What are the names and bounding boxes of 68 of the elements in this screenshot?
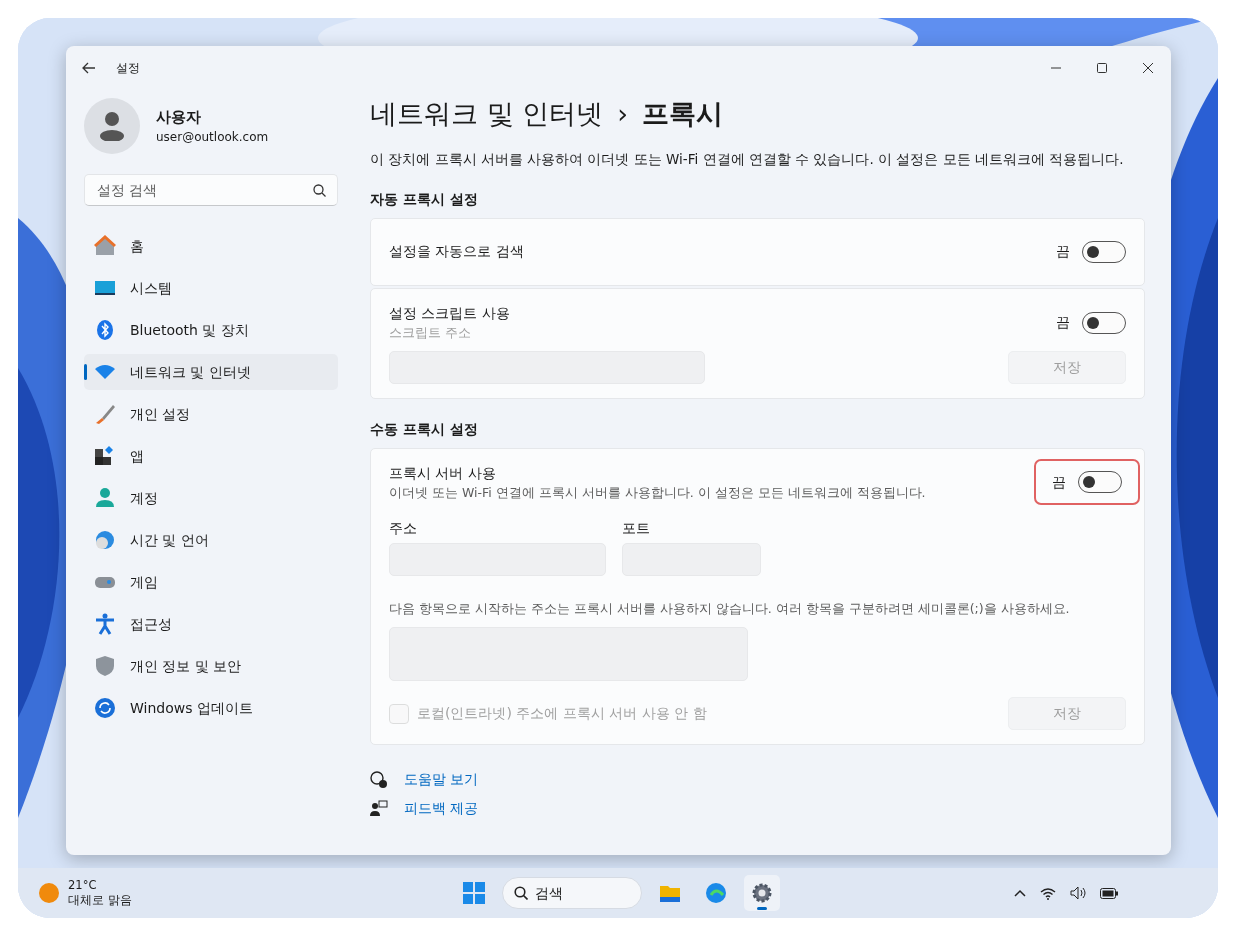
person-silhouette-icon bbox=[99, 111, 125, 141]
user-name: 사용자 bbox=[156, 106, 202, 128]
search-icon bbox=[313, 184, 326, 197]
gear-icon bbox=[751, 882, 773, 904]
sidebar-item[interactable]: Windows 업데이트 bbox=[84, 690, 338, 726]
sync-icon bbox=[94, 697, 116, 719]
maximize-icon bbox=[1097, 63, 1107, 73]
globe-clock-icon bbox=[94, 529, 116, 551]
search-field[interactable]: 설정 검색 bbox=[84, 174, 338, 206]
toggle-state: 끔 bbox=[1056, 242, 1070, 262]
sidebar-item[interactable]: 홈 bbox=[84, 228, 338, 264]
shield-icon bbox=[94, 655, 116, 677]
setting-description: 이더넷 또는 Wi-Fi 연결에 프록시 서버를 사용합니다. 이 설정은 모든 네트워크에 적용됩니다. bbox=[389, 483, 927, 502]
field-label: 다음 항목으로 시작하는 주소는 프록시 서버를 사용하지 않습니다. 여러 항목을 구분하려면 세미콜론(;)을 사용하세요. bbox=[389, 600, 1071, 619]
field-label: 주소 bbox=[389, 519, 418, 539]
toggle-switch[interactable] bbox=[1078, 471, 1122, 494]
brush-icon bbox=[94, 403, 116, 425]
setting-description: 스크립트 주소 bbox=[389, 323, 472, 342]
toggle-state: 끔 bbox=[1052, 472, 1066, 492]
bluetooth-icon bbox=[94, 319, 116, 341]
sidebar-item[interactable]: 시간 및 언어 bbox=[84, 522, 338, 558]
user-email: user@outlook.com bbox=[156, 129, 269, 147]
figure-icon bbox=[94, 613, 116, 635]
help-icon bbox=[370, 770, 388, 789]
taskbar-app[interactable] bbox=[744, 875, 780, 911]
back-icon[interactable] bbox=[82, 62, 96, 74]
breadcrumb-parent[interactable]: 네트워크 및 인터넷 bbox=[370, 94, 604, 135]
checkbox-label: 로컬(인트라넷) 주소에 프록시 서버 사용 안 함 bbox=[417, 704, 707, 723]
sidebar-item[interactable]: 앱 bbox=[84, 438, 338, 474]
breadcrumb-separator: › bbox=[617, 97, 628, 131]
sidebar-item[interactable]: 개인 설정 bbox=[84, 396, 338, 432]
chevron-up-icon bbox=[1014, 889, 1026, 897]
setting-label: 설정 스크립트 사용 bbox=[389, 303, 511, 323]
page-description: 이 장치에 프록시 서버를 사용하여 이더넷 또는 Wi-Fi 연결에 연결할 수 있습니다. 이 설정은 모든 네트워크에 적용됩니다. bbox=[370, 149, 1125, 169]
sidebar-item[interactable]: Bluetooth 및 장치 bbox=[84, 312, 338, 348]
toggle-switch[interactable] bbox=[1082, 240, 1126, 263]
page-title: 프록시 bbox=[642, 97, 723, 131]
edge-icon bbox=[705, 882, 727, 904]
setting-label: 설정을 자동으로 검색 bbox=[389, 242, 525, 262]
search-icon bbox=[514, 886, 528, 900]
sidebar-item[interactable]: 네트워크 및 인터넷 bbox=[84, 354, 338, 390]
sidebar-item[interactable]: 계정 bbox=[84, 480, 338, 516]
person-icon bbox=[94, 487, 116, 509]
feedback-link[interactable]: 피드백 제공 bbox=[404, 798, 479, 819]
toggle-state: 끔 bbox=[1056, 313, 1070, 333]
apps-icon bbox=[94, 445, 116, 467]
setting-label: 프록시 서버 사용 bbox=[389, 463, 497, 483]
weather-temperature: 21°C bbox=[68, 878, 98, 893]
sidebar-item[interactable]: 개인 정보 및 보안 bbox=[84, 648, 338, 684]
sidebar-item[interactable]: 게임 bbox=[84, 564, 338, 600]
field-label: 포트 bbox=[622, 519, 651, 539]
toggle-switch[interactable] bbox=[1082, 311, 1126, 334]
window-title: 설정 bbox=[116, 60, 140, 77]
close-icon bbox=[1143, 63, 1153, 73]
section-title: 수동 프록시 설정 bbox=[370, 419, 479, 439]
sun-icon bbox=[38, 882, 60, 904]
windows-icon bbox=[463, 882, 485, 904]
house-icon bbox=[94, 235, 116, 257]
sidebar-item[interactable]: 접근성 bbox=[84, 606, 338, 642]
feedback-icon bbox=[370, 799, 388, 818]
sidebar-item[interactable]: 시스템 bbox=[84, 270, 338, 306]
section-title: 자동 프록시 설정 bbox=[370, 189, 479, 209]
help-link[interactable]: 도움말 보기 bbox=[404, 769, 479, 790]
speaker-icon bbox=[1070, 886, 1086, 900]
battery-icon bbox=[1100, 887, 1118, 899]
weather-condition: 대체로 맑음 bbox=[68, 893, 132, 908]
taskbar-search[interactable]: 검색 bbox=[502, 877, 642, 909]
wifi-icon bbox=[1040, 886, 1056, 900]
